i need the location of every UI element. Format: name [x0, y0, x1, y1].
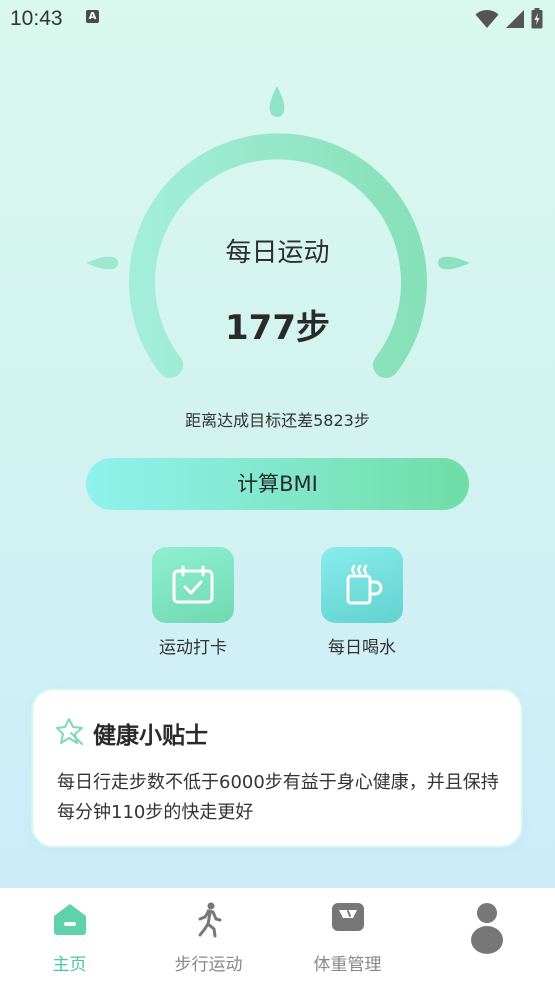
- wifi-icon: [475, 9, 499, 28]
- status-bar: 10:43 A: [0, 0, 555, 38]
- gauge-top-marker: [269, 86, 285, 117]
- exercise-checkin-label: 运动打卡: [159, 638, 227, 658]
- status-icons: [475, 8, 543, 29]
- health-tips-body: 每日行走步数不低于6000步有益于身心健康，并且保持每分钟110步的快走更好: [57, 772, 499, 823]
- nav-item-walking[interactable]: 步行运动: [139, 888, 278, 988]
- home-icon: [53, 904, 86, 935]
- daily-water-button[interactable]: 每日喝水: [302, 547, 422, 658]
- nav-item-profile[interactable]: [417, 888, 555, 988]
- star-icon: [56, 718, 83, 745]
- exercise-checkin-button[interactable]: 运动打卡: [133, 547, 253, 658]
- status-time: 10:43: [10, 7, 63, 30]
- signal-icon: [506, 9, 524, 28]
- bottom-nav: 主页 步行运动 体重管理: [0, 888, 555, 988]
- nav-label-walking: 步行运动: [174, 955, 243, 975]
- health-tips-title: 健康小贴士: [93, 723, 208, 749]
- gauge-steps-value: 177步: [225, 308, 330, 348]
- cup-icon: [346, 564, 383, 605]
- health-tips-card: 健康小贴士 每日行走步数不低于6000步有益于身心健康，并且保持每分钟110步的…: [33, 690, 521, 846]
- scale-icon: [331, 903, 364, 931]
- gauge-title: 每日运动: [225, 238, 330, 268]
- battery-icon: [531, 8, 543, 29]
- profile-icon: [470, 903, 503, 954]
- calendar-check-icon: [172, 565, 214, 604]
- nav-label-weight: 体重管理: [313, 955, 382, 975]
- a-icon: A: [86, 10, 99, 23]
- calculate-bmi-button[interactable]: 计算BMI: [86, 458, 469, 510]
- nav-item-home[interactable]: 主页: [0, 888, 139, 988]
- nav-item-weight[interactable]: 体重管理: [278, 888, 417, 988]
- daily-water-label: 每日喝水: [328, 638, 396, 658]
- nav-label-home: 主页: [52, 955, 87, 975]
- walking-icon: [198, 902, 221, 938]
- exercise-checkin-icon-box: [152, 547, 234, 623]
- remaining-steps-text: 距离达成目标还差5823步: [185, 411, 370, 430]
- daily-water-icon-box: [321, 547, 403, 623]
